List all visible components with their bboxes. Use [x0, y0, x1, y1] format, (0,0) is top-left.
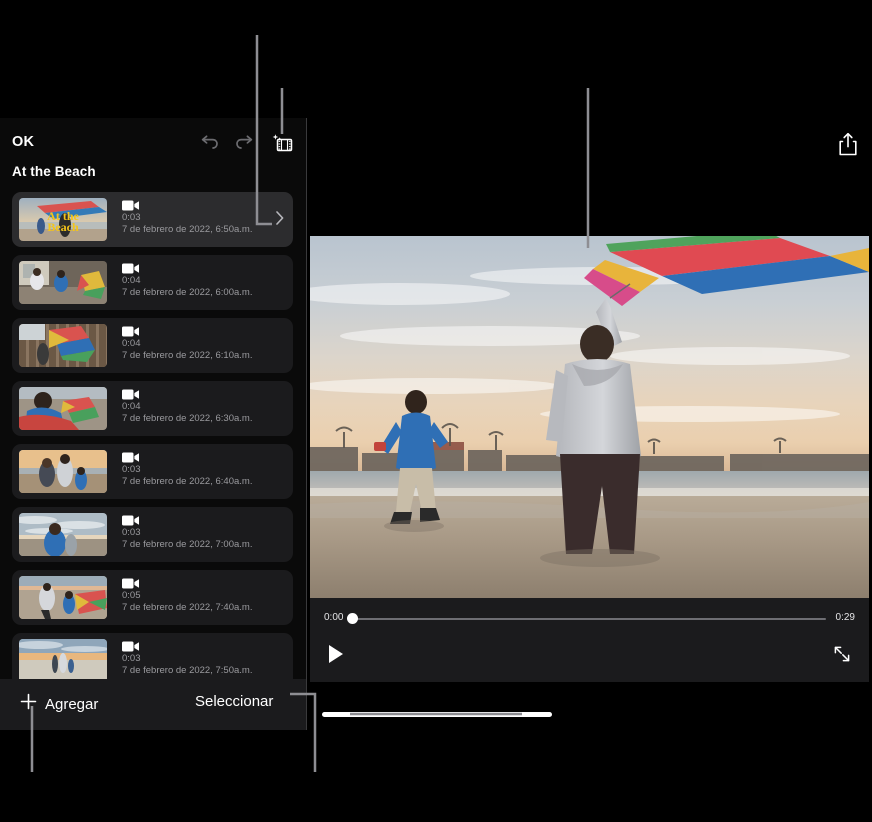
clip-date: 7 de febrero de 2022, 6:10a.m. [122, 350, 253, 361]
clip-thumbnail [19, 387, 107, 430]
player-controls: 0:00 0:29 [310, 598, 869, 682]
chevron-right-icon[interactable] [276, 211, 284, 225]
clip-metadata: 0:04 7 de febrero de 2022, 6:10a.m. [122, 324, 252, 362]
clip-date: 7 de febrero de 2022, 6:50a.m. [122, 224, 253, 235]
video-camera-icon [122, 639, 139, 652]
clip-duration: 0:04 [122, 275, 141, 286]
scrubber-knob[interactable] [346, 613, 358, 624]
total-time-label: 0:29 [835, 612, 855, 623]
clip-date: 7 de febrero de 2022, 7:00a.m. [122, 539, 253, 550]
undo-icon[interactable] [196, 130, 222, 156]
clip-duration: 0:03 [122, 527, 141, 538]
clip-list-item[interactable]: 0:05 7 de febrero de 2022, 7:40a.m. [12, 570, 293, 625]
clip-date: 7 de febrero de 2022, 6:40a.m. [122, 476, 253, 487]
video-viewer-pane: 0:00 0:29 [307, 118, 872, 730]
scrubber[interactable]: 0:00 0:29 [310, 610, 869, 628]
video-camera-icon [122, 576, 139, 589]
clip-list-item[interactable]: 0:03 7 de febrero de 2022, 6:40a.m. [12, 444, 293, 499]
scrubber-track[interactable] [352, 618, 826, 620]
clip-thumbnail [19, 450, 107, 493]
clip-list-item[interactable]: 0:04 7 de febrero de 2022, 6:30a.m. [12, 381, 293, 436]
clip-metadata: 0:04 7 de febrero de 2022, 6:00a.m. [122, 261, 252, 299]
clip-metadata: 0:03 7 de febrero de 2022, 6:50a.m. [122, 198, 252, 236]
clip-metadata: 0:03 7 de febrero de 2022, 7:50a.m. [122, 639, 252, 677]
video-camera-icon [122, 324, 139, 337]
select-button[interactable]: Seleccionar [195, 693, 273, 710]
clip-list-sidebar: OK At the Beach At the Beach 0:03 7 de f… [0, 118, 306, 730]
video-camera-icon [122, 198, 139, 211]
clip-date: 7 de febrero de 2022, 6:30a.m. [122, 413, 253, 424]
sidebar-toolbar: OK [0, 118, 306, 164]
add-clip-button[interactable]: Agregar [20, 693, 98, 715]
home-indicator [322, 712, 552, 717]
clip-thumbnail [19, 513, 107, 556]
video-camera-icon [122, 261, 139, 274]
clip-duration: 0:04 [122, 338, 141, 349]
clip-list[interactable]: At the Beach 0:03 7 de febrero de 2022, 6:… [0, 192, 306, 679]
clip-thumbnail [19, 576, 107, 619]
clip-list-item[interactable]: At the Beach 0:03 7 de febrero de 2022, 6:… [12, 192, 293, 247]
clip-duration: 0:03 [122, 653, 141, 664]
clip-list-item[interactable]: 0:03 7 de febrero de 2022, 7:00a.m. [12, 507, 293, 562]
clip-metadata: 0:03 7 de febrero de 2022, 7:00a.m. [122, 513, 252, 551]
clip-metadata: 0:04 7 de febrero de 2022, 6:30a.m. [122, 387, 252, 425]
clip-thumbnail [19, 639, 107, 679]
clip-thumbnail: At the Beach [19, 198, 107, 241]
sidebar-bottom-bar: Agregar Seleccionar [0, 679, 306, 730]
play-icon[interactable] [327, 644, 345, 664]
clip-metadata: 0:05 7 de febrero de 2022, 7:40a.m. [122, 576, 252, 614]
video-camera-icon [122, 387, 139, 400]
page-title: At the Beach [12, 164, 96, 179]
ok-button[interactable]: OK [12, 134, 34, 150]
clip-duration: 0:04 [122, 401, 141, 412]
plus-icon [20, 693, 37, 715]
clip-duration: 0:03 [122, 212, 141, 223]
clip-list-item[interactable]: 0:04 7 de febrero de 2022, 6:10a.m. [12, 318, 293, 373]
redo-icon[interactable] [232, 130, 258, 156]
clip-metadata: 0:03 7 de febrero de 2022, 6:40a.m. [122, 450, 252, 488]
clip-thumbnail [19, 324, 107, 367]
svg-text:Beach: Beach [47, 220, 79, 234]
clip-list-item[interactable]: 0:03 7 de febrero de 2022, 7:50a.m. [12, 633, 293, 679]
clip-duration: 0:05 [122, 590, 141, 601]
clip-thumbnail [19, 261, 107, 304]
clip-date: 7 de febrero de 2022, 6:00a.m. [122, 287, 253, 298]
imovie-window: OK At the Beach At the Beach 0:03 7 de f… [0, 118, 872, 730]
clip-date: 7 de febrero de 2022, 7:50a.m. [122, 665, 253, 676]
fullscreen-icon[interactable] [833, 645, 851, 663]
video-camera-icon [122, 450, 139, 463]
add-clip-label: Agregar [45, 695, 99, 713]
clip-duration: 0:03 [122, 464, 141, 475]
clip-list-item[interactable]: 0:04 7 de febrero de 2022, 6:00a.m. [12, 255, 293, 310]
share-icon[interactable] [836, 131, 860, 157]
add-media-icon[interactable] [269, 130, 295, 156]
current-time-label: 0:00 [324, 612, 344, 623]
clip-date: 7 de febrero de 2022, 7:40a.m. [122, 602, 253, 613]
video-camera-icon [122, 513, 139, 526]
video-preview[interactable] [310, 236, 869, 598]
